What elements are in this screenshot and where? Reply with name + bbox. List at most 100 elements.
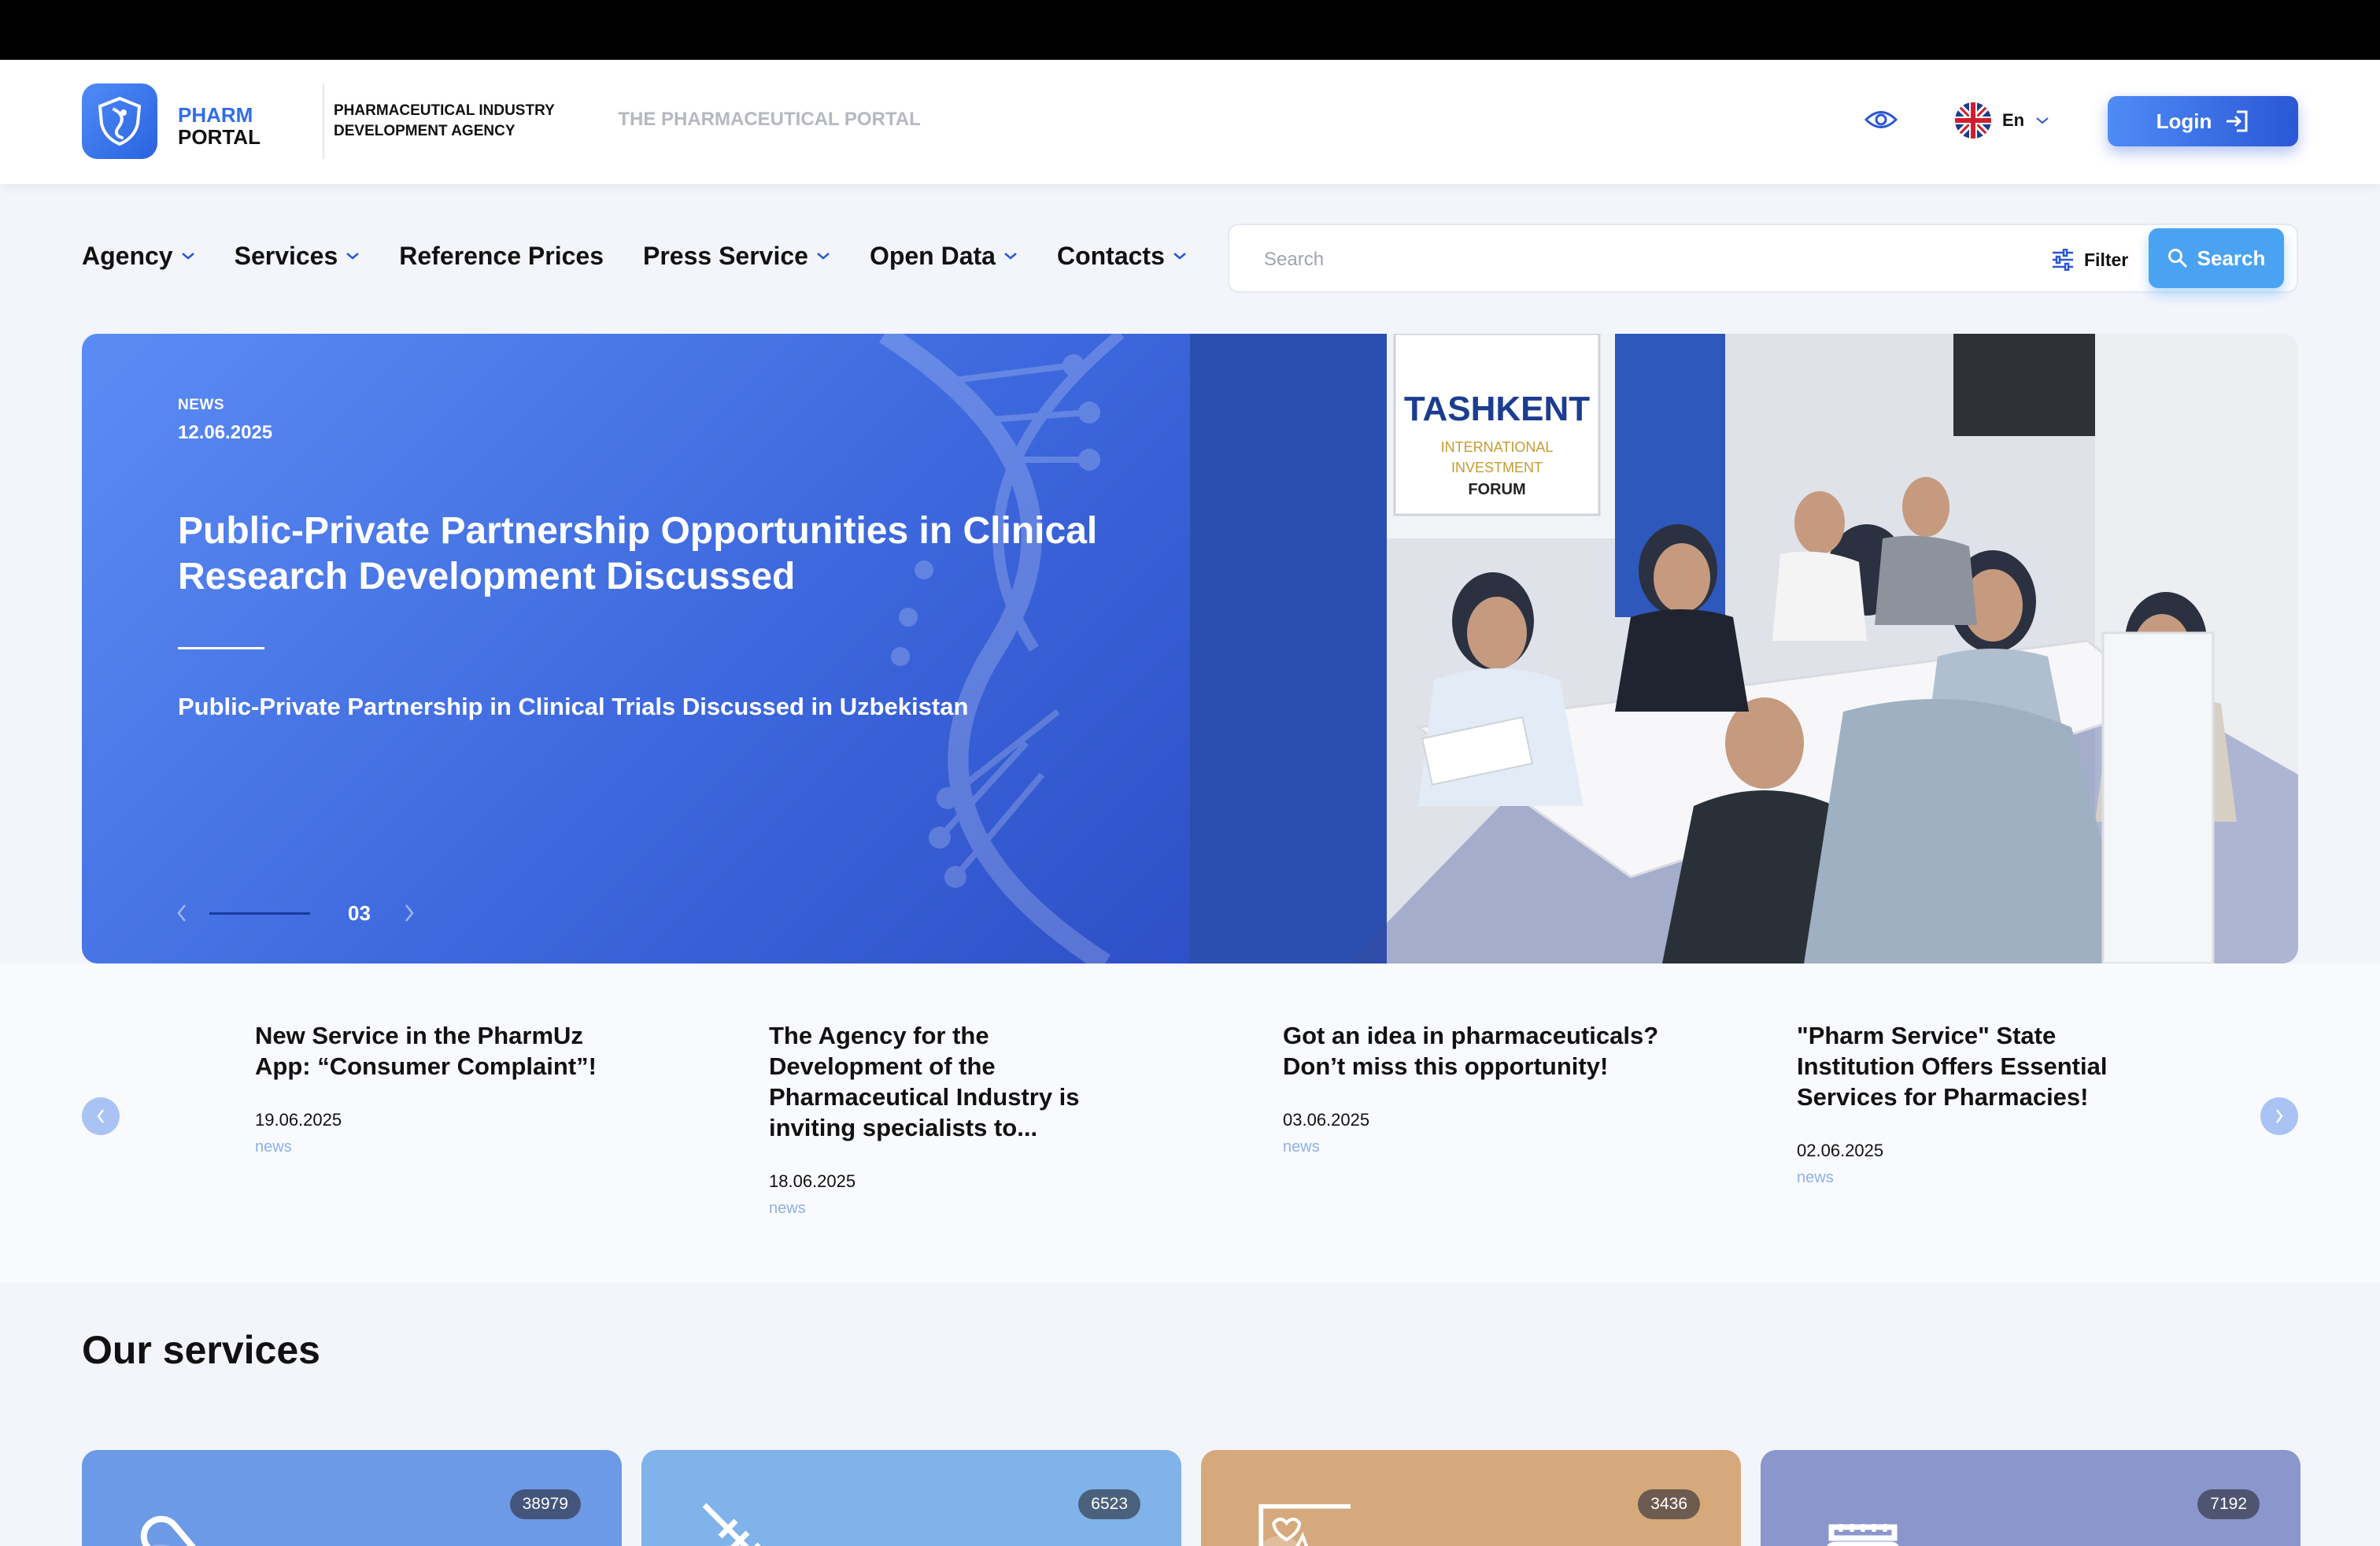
nav-item-agency[interactable]: Agency [82, 242, 195, 271]
filter-button[interactable]: Filter [2051, 242, 2128, 277]
nav-item-contacts[interactable]: Contacts [1057, 242, 1187, 271]
hero-category: NEWS [178, 397, 224, 413]
news-title[interactable]: The Agency for the Development of the Ph… [769, 1020, 1147, 1143]
logo-text[interactable]: PHARM PORTAL [178, 104, 261, 148]
news-card[interactable]: "Pharm Service" State Institution Offers… [1797, 1020, 2175, 1187]
dna-decoration-icon [878, 334, 1125, 963]
hero-next-button[interactable] [397, 897, 421, 929]
nav-label: Open Data [869, 241, 996, 270]
hero-photo: TASHKENT INTERNATIONAL INVESTMENT FORUM [1190, 334, 2298, 963]
service-count-badge: 6523 [1078, 1489, 1140, 1519]
header-divider [323, 83, 324, 159]
chevron-down-icon [2036, 117, 2049, 124]
services-heading: Our services [82, 1328, 320, 1372]
photo-sign-line-3: INVESTMENT [1451, 460, 1543, 475]
news-date: 19.06.2025 [255, 1110, 342, 1130]
service-card[interactable]: 7192 [1761, 1450, 2301, 1546]
agency-name-line-1: PHARMACEUTICAL INDUSTRY [334, 102, 555, 119]
browser-top-bar [0, 0, 2380, 60]
hero-subtitle: Public-Private Partnership in Clinical T… [178, 693, 969, 720]
service-card[interactable]: 38979 [82, 1450, 622, 1546]
heart-monitor-icon [1258, 1503, 1351, 1546]
nav-item-press-service[interactable]: Press Service [643, 242, 830, 271]
news-card[interactable]: New Service in the PharmUz App: “Consume… [255, 1020, 633, 1156]
hero-slide-number: 03 [348, 901, 371, 925]
marquee-text: O THE PHARMACEUTICAL PORTAL [614, 109, 921, 130]
medicine-jar-icon [1827, 1524, 1899, 1546]
photo-sign-line-2: INTERNATIONAL [1441, 439, 1554, 455]
service-card[interactable]: 3436 [1201, 1450, 1741, 1546]
filter-label: Filter [2084, 249, 2129, 270]
news-category[interactable]: news [769, 1200, 1147, 1218]
search-button[interactable]: Search [2149, 228, 2284, 288]
chevron-down-icon [346, 253, 360, 260]
news-title[interactable]: New Service in the PharmUz App: “Consume… [255, 1020, 633, 1082]
search-button-label: Search [2197, 246, 2266, 270]
main-nav: Agency Services Reference Prices Press S… [82, 236, 1226, 276]
service-count-badge: 7192 [2197, 1489, 2260, 1519]
logo-icon[interactable] [82, 83, 157, 159]
hero-divider [178, 647, 264, 649]
news-category[interactable]: news [1283, 1138, 1661, 1156]
chevron-down-icon [1004, 253, 1017, 260]
news-date: 18.06.2025 [769, 1171, 856, 1191]
nav-item-open-data[interactable]: Open Data [870, 242, 1018, 271]
chevron-left-icon [177, 904, 186, 922]
logo-line-1: PHARM [178, 103, 253, 127]
filter-sliders-icon [2053, 249, 2073, 271]
news-category[interactable]: news [255, 1138, 633, 1156]
language-code: En [2002, 110, 2025, 130]
logo-line-2: PORTAL [178, 125, 261, 149]
eye-icon [1864, 111, 1898, 128]
service-count-badge: 38979 [509, 1489, 581, 1519]
search-bar: Filter Search [1228, 224, 2298, 293]
meeting-photo-illustration: TASHKENT INTERNATIONAL INVESTMENT FORUM [1190, 334, 2298, 963]
news-card[interactable]: The Agency for the Development of the Ph… [769, 1020, 1147, 1218]
photo-sign-line-4: FORUM [1468, 481, 1525, 498]
service-count-badge: 3436 [1638, 1489, 1700, 1519]
hero-title[interactable]: Public-Private Partnership Opportunities… [178, 509, 1138, 600]
chevron-down-icon [1173, 253, 1186, 260]
login-label: Login [2156, 109, 2212, 133]
agency-name-line-2: DEVELOPMENT AGENCY [334, 123, 516, 139]
syringe-icon [702, 1503, 761, 1546]
hero-slider-controls: 03 [170, 897, 421, 929]
news-date: 03.06.2025 [1283, 1110, 1370, 1130]
news-title[interactable]: Got an idea in pharmaceuticals? Don’t mi… [1283, 1020, 1661, 1082]
news-date: 02.06.2025 [1797, 1141, 1884, 1160]
service-card[interactable]: 6523 [641, 1450, 1181, 1546]
hero-progress-bar [209, 912, 310, 915]
nav-label: Reference Prices [399, 241, 604, 270]
nav-item-reference-prices[interactable]: Reference Prices [399, 242, 604, 271]
chevron-left-icon [97, 1109, 104, 1123]
nav-item-services[interactable]: Services [235, 242, 360, 271]
chevron-right-icon [2276, 1109, 2283, 1123]
login-button[interactable]: Login [2108, 96, 2298, 146]
chevron-down-icon [817, 253, 830, 260]
news-title[interactable]: "Pharm Service" State Institution Offers… [1797, 1020, 2175, 1112]
login-icon [2227, 110, 2248, 132]
news-card[interactable]: Got an idea in pharmaceuticals? Don’t mi… [1283, 1020, 1661, 1156]
hero-prev-button[interactable] [170, 897, 194, 929]
chevron-down-icon [181, 253, 194, 260]
chevron-right-icon [405, 904, 414, 922]
hero-slider: NEWS 12.06.2025 Public-Private Partnersh… [82, 334, 2298, 963]
search-input[interactable] [1264, 242, 1972, 277]
language-selector[interactable]: En [1955, 102, 2049, 139]
news-category[interactable]: news [1797, 1169, 2175, 1187]
news-prev-button[interactable] [82, 1097, 120, 1135]
uk-flag-icon [1955, 102, 1991, 139]
site-header: PHARM PORTAL PHARMACEUTICAL INDUSTRY DEV… [0, 60, 2380, 184]
hero-date: 12.06.2025 [178, 422, 273, 443]
nav-label: Services [234, 241, 338, 270]
news-next-button[interactable] [2260, 1097, 2298, 1135]
hero-text-panel[interactable]: NEWS 12.06.2025 Public-Private Partnersh… [82, 334, 1190, 963]
agency-name: PHARMACEUTICAL INDUSTRY DEVELOPMENT AGEN… [334, 101, 586, 142]
welcome-marquee: O THE PHARMACEUTICAL PORTAL [614, 107, 976, 132]
accessibility-eye-button[interactable] [1862, 105, 1900, 134]
nav-label: Press Service [642, 241, 808, 270]
nav-label: Contacts [1056, 241, 1165, 270]
photo-sign-line-1: TASHKENT [1404, 390, 1590, 428]
nav-label: Agency [82, 241, 173, 270]
pill-icon [140, 1515, 216, 1546]
